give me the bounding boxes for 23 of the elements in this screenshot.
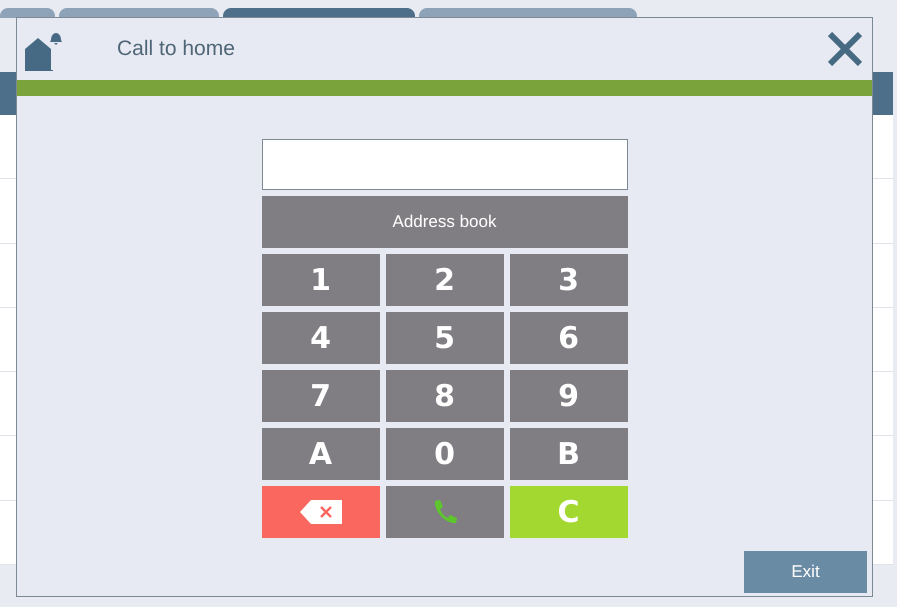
address-book-button[interactable]: Address book	[262, 196, 628, 248]
dial-key[interactable]: 2	[386, 254, 504, 306]
call-key[interactable]	[386, 486, 504, 538]
dial-key[interactable]: 9	[510, 370, 628, 422]
dial-key[interactable]: 6	[510, 312, 628, 364]
close-button[interactable]	[826, 30, 864, 68]
dial-key[interactable]: 5	[386, 312, 504, 364]
number-field[interactable]	[262, 139, 628, 190]
backspace-key[interactable]	[262, 486, 380, 538]
tab[interactable]	[0, 8, 55, 18]
exit-button[interactable]: Exit	[744, 551, 867, 593]
dial-key[interactable]: 0	[386, 428, 504, 480]
tab[interactable]	[59, 8, 219, 18]
window-title: Call to home	[117, 37, 236, 61]
dial-key[interactable]: B	[510, 428, 628, 480]
dial-key[interactable]: 1	[262, 254, 380, 306]
dial-key[interactable]: 3	[510, 254, 628, 306]
dial-key[interactable]: 7	[262, 370, 380, 422]
tab[interactable]	[223, 8, 415, 18]
dial-key[interactable]: A	[262, 428, 380, 480]
dial-key[interactable]: 4	[262, 312, 380, 364]
backspace-icon	[298, 499, 342, 525]
dial-key[interactable]: 8	[386, 370, 504, 422]
